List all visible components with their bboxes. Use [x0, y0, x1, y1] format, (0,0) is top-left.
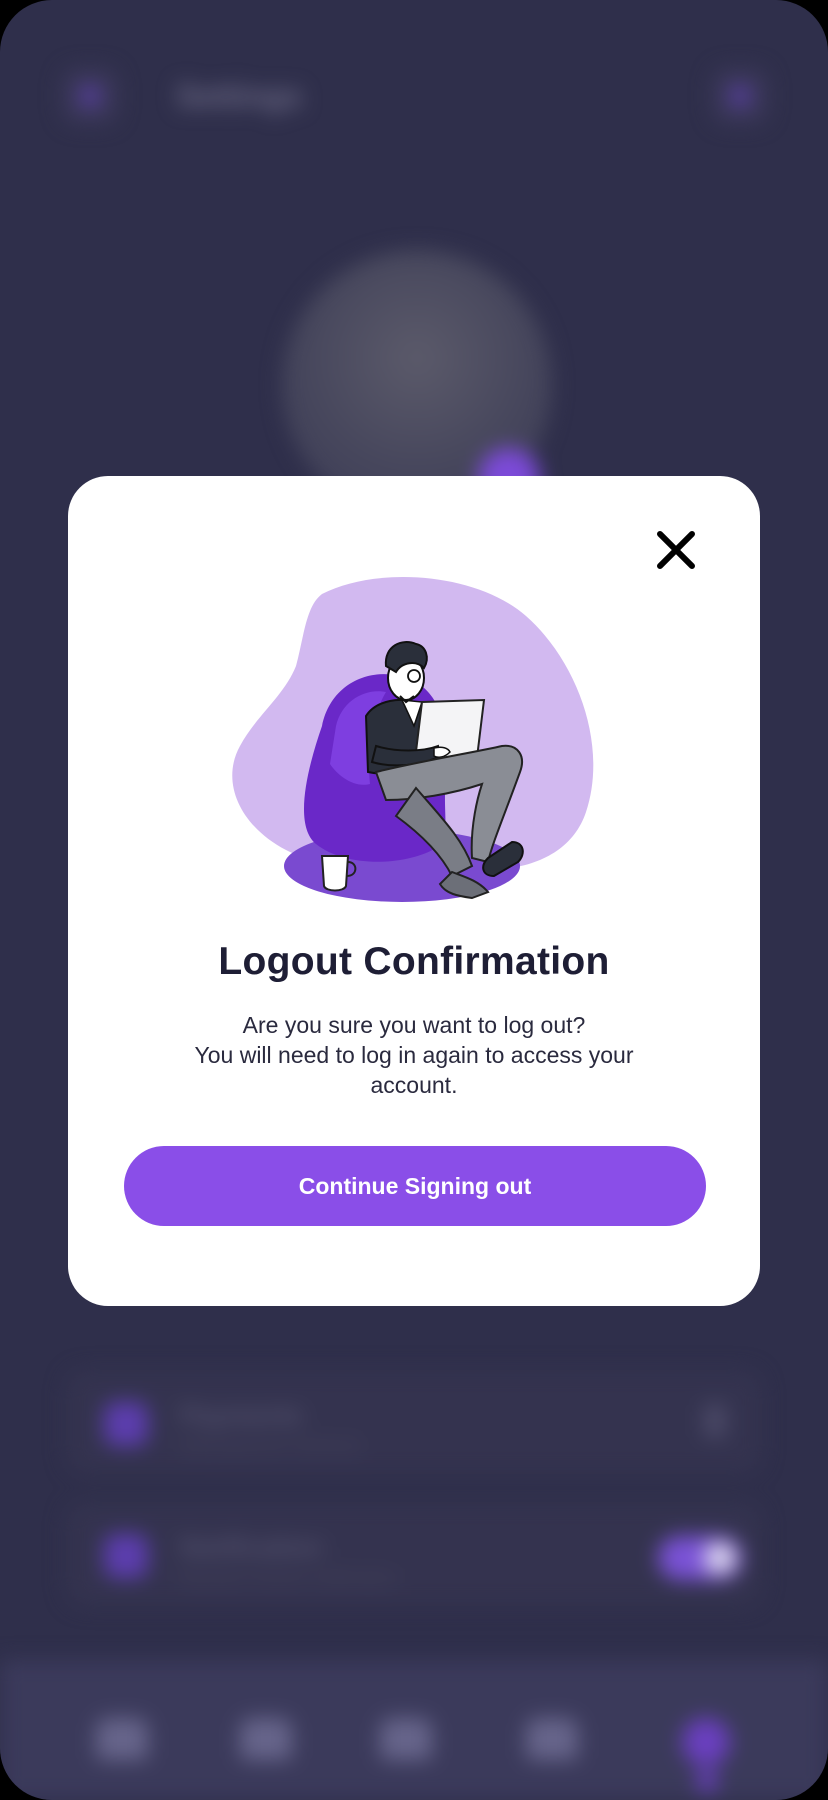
calendar-icon: [240, 1718, 292, 1760]
dialog-message-line: account.: [370, 1072, 458, 1098]
home-icon: [96, 1718, 148, 1760]
menu-button: [62, 68, 118, 124]
notification-subtitle: Receive invoice notification: [180, 1568, 398, 1588]
phone-screen: Settings Payments Add payment methods No…: [0, 0, 828, 1800]
dialog-message: Are you sure you want to log out? You wi…: [138, 1010, 690, 1100]
payments-icon: [104, 1402, 148, 1446]
background-title: Settings: [176, 78, 303, 114]
toggle-knob: [704, 1542, 736, 1574]
close-icon: [657, 531, 695, 569]
chevron-right-icon: [704, 1404, 726, 1438]
header-action-button: [712, 68, 768, 124]
payments-subtitle: Add payment methods: [180, 1436, 361, 1456]
dialog-message-line: You will need to log in again to access …: [194, 1042, 634, 1068]
profile-icon: [682, 1718, 730, 1766]
briefcase-icon: [526, 1718, 578, 1760]
notification-toggle: [658, 1536, 742, 1580]
notification-icon: [104, 1534, 148, 1578]
payments-card: Payments Add payment methods: [66, 1370, 762, 1474]
notification-card: Notification Receive invoice notificatio…: [66, 1502, 762, 1606]
bell-icon: [730, 86, 750, 106]
wallet-icon: [380, 1718, 432, 1760]
menu-icon: [80, 86, 100, 106]
continue-signing-out-button[interactable]: Continue Signing out: [124, 1146, 706, 1226]
bottom-nav: [0, 1660, 828, 1800]
active-tab-indicator: [696, 1770, 718, 1792]
dialog-title: Logout Confirmation: [218, 940, 610, 983]
payments-title: Payments: [180, 1400, 303, 1430]
notification-title: Notification: [180, 1532, 323, 1562]
dialog-message-line: Are you sure you want to log out?: [242, 1012, 586, 1038]
logout-illustration: [232, 576, 594, 902]
logout-dialog: Logout Confirmation Are you sure you wan…: [68, 476, 760, 1306]
close-button[interactable]: [654, 528, 698, 572]
